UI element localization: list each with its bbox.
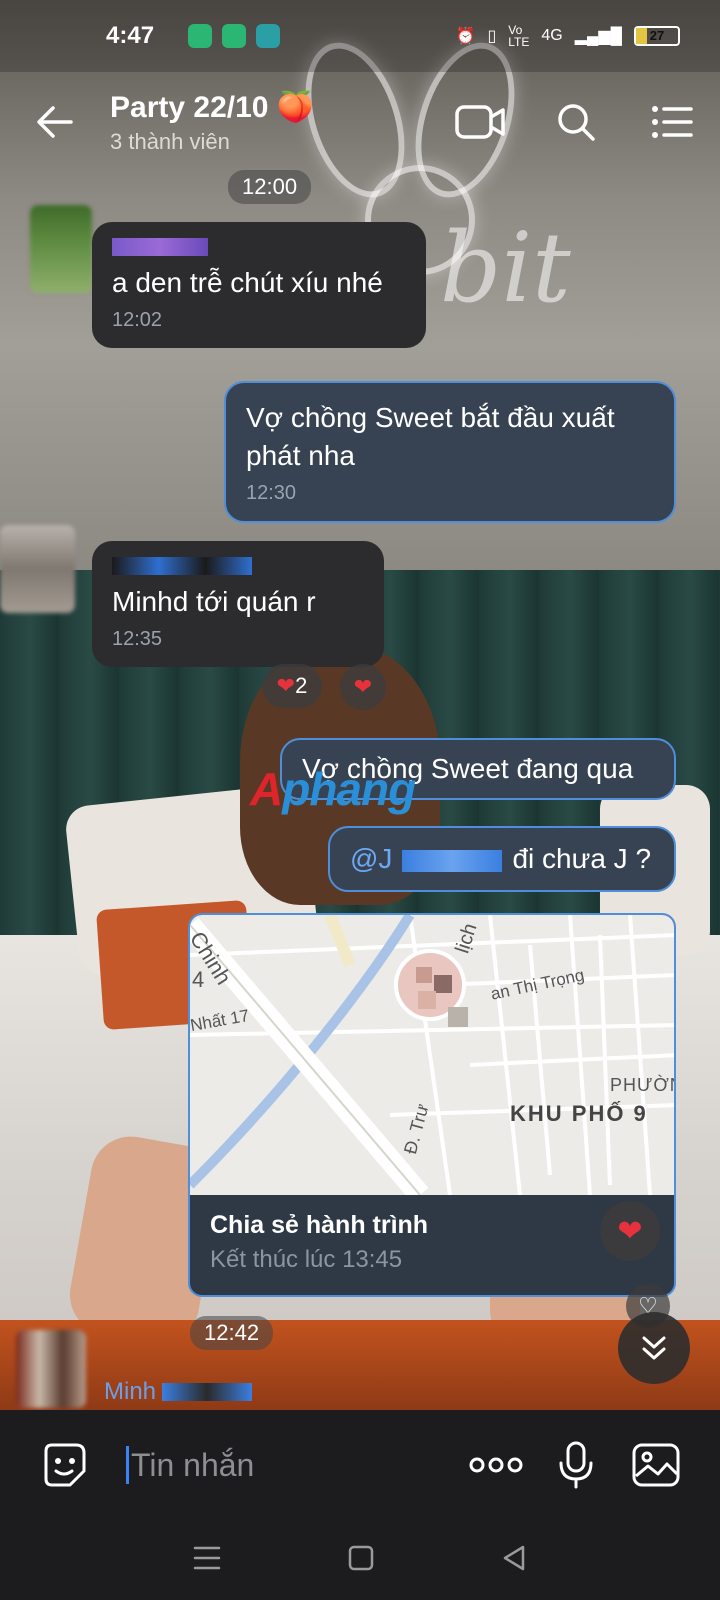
spotify-notification-icon: [188, 24, 213, 48]
battery-saver-notification-icon: [222, 24, 247, 48]
scroll-to-bottom-button[interactable]: [618, 1312, 690, 1384]
network-type: 4G: [541, 27, 563, 44]
card-subtitle: Kết thúc lúc 13:45: [210, 1246, 403, 1273]
system-back-button[interactable]: [500, 1544, 528, 1577]
time-divider: 12:42: [190, 1316, 274, 1350]
status-time: 4:47: [106, 22, 155, 49]
alarm-icon: ⏰: [455, 28, 476, 45]
chat-title: Party 22/10 🍑: [110, 90, 315, 124]
chat-title-block[interactable]: Party 22/10 🍑 3 thành viên: [110, 90, 432, 155]
map-street-label: 4: [192, 967, 205, 992]
card-title: Chia sẻ hành trình: [210, 1211, 429, 1239]
map-ward-label: PHƯỜN: [610, 1075, 674, 1095]
message-bubble-outgoing[interactable]: Vợ chồng Sweet bắt đầu xuất phát nha 12:…: [224, 381, 676, 523]
mention-name-blurred: [402, 849, 503, 872]
image-icon: [632, 1443, 680, 1487]
message-bubble-incoming[interactable]: Minhd tới quán r 12:35: [92, 541, 384, 667]
sender-name: [112, 557, 252, 575]
member-count: 3 thành viên: [110, 128, 230, 154]
signal-icon: ▂▄▆█: [574, 28, 622, 45]
more-options-button[interactable]: [456, 1425, 536, 1505]
list-menu-icon: [652, 106, 693, 138]
photo-gallery-button[interactable]: [616, 1425, 696, 1505]
react-button[interactable]: ❤: [340, 664, 386, 710]
map-area-label: KHU PHỐ 9: [510, 1101, 648, 1126]
square-home-icon: [348, 1545, 374, 1570]
back-arrow-icon: [37, 106, 73, 138]
message-text: đi chưa J ?: [512, 843, 652, 874]
emoji-sticker-icon: [44, 1443, 86, 1487]
journey-share-card[interactable]: Chinh 4 Nhất 17 an Thị Trọng lịch PHƯỜN …: [188, 913, 676, 1297]
message-composer: Tin nhắn: [0, 1410, 720, 1520]
battery-icon: 27: [634, 26, 680, 46]
menu-lines-icon: [194, 1546, 221, 1569]
wallpaper-neon-text: bit: [440, 212, 571, 324]
map-preview[interactable]: Chinh 4 Nhất 17 an Thị Trọng lịch PHƯỜN …: [190, 915, 674, 1195]
text-caret: [126, 1446, 129, 1484]
message-input-placeholder: Tin nhắn: [131, 1446, 255, 1483]
message-time: 12:35: [112, 628, 163, 650]
message-bubble-incoming[interactable]: a den trễ chút xíu nhé 12:02: [92, 222, 426, 348]
location-pin-avatar: [394, 949, 468, 1027]
chat-header: Party 22/10 🍑 3 thành viên: [0, 72, 720, 172]
message-input[interactable]: Tin nhắn: [126, 1446, 456, 1484]
message-time: 12:30: [246, 482, 297, 504]
avatar[interactable]: [16, 1330, 86, 1408]
double-chevron-down-icon: [642, 1336, 666, 1360]
watermark: Aphang: [250, 763, 416, 815]
heart-icon: ❤: [353, 674, 373, 699]
message-bubble-outgoing[interactable]: @J đi chưa J ?: [328, 826, 676, 892]
reaction-summary[interactable]: ❤ 2: [262, 664, 322, 708]
video-camera-icon: [455, 105, 505, 139]
sender-name-partial: Minh: [104, 1378, 253, 1406]
voice-record-button[interactable]: [536, 1425, 616, 1505]
battery-level: 27: [649, 28, 665, 43]
triangle-back-icon: [503, 1545, 524, 1570]
message-time: 12:02: [112, 309, 163, 331]
menu-button[interactable]: [624, 72, 720, 172]
heart-icon: ❤: [617, 1214, 643, 1248]
more-dots-icon: [469, 1457, 523, 1473]
search-button[interactable]: [528, 72, 624, 172]
heart-icon: ❤: [276, 673, 296, 698]
avatar[interactable]: [30, 205, 92, 293]
back-button[interactable]: [0, 72, 110, 172]
message-text: Vợ chồng Sweet bắt đầu xuất phát nha: [246, 402, 615, 471]
mention-tag[interactable]: @J: [350, 843, 392, 874]
app-notification-icon: [256, 24, 281, 48]
sticker-button[interactable]: [24, 1425, 104, 1505]
microphone-icon: [559, 1441, 593, 1489]
system-navigation-bar: [0, 1520, 720, 1600]
search-icon: [558, 104, 595, 141]
video-call-button[interactable]: [432, 72, 528, 172]
recent-apps-button[interactable]: [192, 1545, 222, 1576]
volte-icon: Vo LTE: [508, 23, 530, 49]
card-reaction-button[interactable]: ❤: [600, 1201, 660, 1261]
message-text: a den trễ chút xíu nhé: [112, 267, 383, 298]
avatar[interactable]: [0, 525, 75, 613]
status-bar: 4:47 ⏰ ▯ Vo LTE 4G ▂▄▆█ 27: [0, 0, 720, 72]
sender-name: [112, 238, 208, 256]
message-text: Minhd tới quán r: [112, 586, 316, 617]
time-divider: 12:00: [228, 170, 312, 204]
reaction-count: 2: [295, 673, 308, 698]
vibrate-icon: ▯: [487, 28, 497, 45]
home-button[interactable]: [347, 1544, 375, 1577]
